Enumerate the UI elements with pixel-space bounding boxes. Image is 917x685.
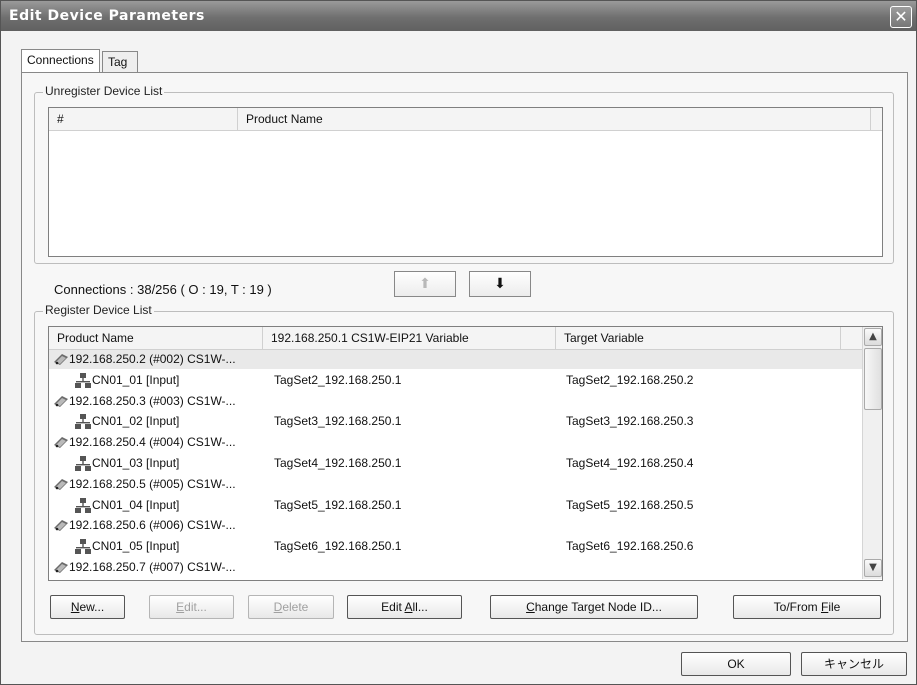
- connection-row[interactable]: CN01_02 [Input] TagSet3_192.168.250.1 TagS…: [49, 412, 862, 431]
- connections-tab-panel: Unregister Device List # Product Name Co…: [21, 72, 908, 642]
- edit-button[interactable]: Edit...: [149, 595, 234, 619]
- register-list-header: Product Name 192.168.250.1 CS1W-EIP21 Va…: [49, 327, 862, 350]
- title-bar: Edit Device Parameters ✕: [1, 1, 916, 31]
- change-target-accel: C: [526, 600, 535, 614]
- edit-all-button[interactable]: Edit All...: [347, 595, 462, 619]
- target-variable-cell: TagSet4_192.168.250.4: [566, 456, 694, 470]
- network-icon: [75, 372, 91, 388]
- edit-button-accel: E: [176, 600, 185, 614]
- arrow-down-icon: ⬇: [494, 276, 506, 292]
- tab-tag-sets[interactable]: Tag Sets: [102, 51, 139, 89]
- device-product-name: 192.168.250.3 (#003) CS1W-...: [69, 393, 236, 408]
- change-target-label: hange Target Node ID...: [534, 600, 662, 614]
- move-up-button[interactable]: ⬆: [394, 271, 456, 297]
- connection-name: CN01_02 [Input]: [92, 414, 180, 429]
- to-from-file-label: To/From: [773, 600, 821, 614]
- connections-count: Connections : 38/256 ( O : 19, T : 19 ): [54, 282, 272, 297]
- device-product-name: 192.168.250.5 (#005) CS1W-...: [69, 476, 236, 491]
- target-variable-cell: TagSet2_192.168.250.2: [566, 372, 694, 387]
- column-header-product-name[interactable]: Product Name: [49, 327, 263, 349]
- device-product-name: 192.168.250.7 (#007) CS1W-...: [69, 560, 236, 574]
- scroll-up-icon[interactable]: ▲: [864, 328, 882, 346]
- device-icon: [53, 561, 69, 574]
- device-icon: [53, 436, 69, 449]
- close-button[interactable]: ✕: [890, 6, 912, 28]
- register-list-scrollbar[interactable]: ▲ ▼: [862, 327, 882, 579]
- edit-all-button-label: Edit: [381, 600, 405, 614]
- source-variable-cell: TagSet3_192.168.250.1: [274, 414, 402, 429]
- target-variable-cell: TagSet3_192.168.250.3: [566, 414, 694, 429]
- edit-all-button-accel: A: [404, 600, 413, 614]
- source-variable-cell: TagSet5_192.168.250.1: [274, 497, 402, 512]
- column-header-number[interactable]: #: [49, 108, 238, 130]
- column-header-product-name[interactable]: Product Name: [238, 108, 871, 130]
- ok-button[interactable]: OK: [681, 652, 791, 676]
- cancel-button-label: キャンセル: [823, 657, 884, 671]
- device-row[interactable]: 192.168.250.6 (#006) CS1W-...: [49, 516, 862, 535]
- scrollbar-thumb[interactable]: [864, 348, 882, 410]
- device-row[interactable]: 192.168.250.2 (#002) CS1W-...: [49, 350, 862, 369]
- edit-device-parameters-dialog: Edit Device Parameters ✕ Connections Tag…: [0, 0, 917, 685]
- dialog-title: Edit Device Parameters: [9, 8, 205, 24]
- new-button[interactable]: New...: [50, 595, 125, 619]
- connection-name: CN01_05 [Input]: [92, 539, 180, 554]
- arrow-up-icon: ⬆: [419, 276, 431, 292]
- connection-row[interactable]: CN01_05 [Input] TagSet6_192.168.250.1 TagS…: [49, 537, 862, 556]
- device-product-name: 192.168.250.4 (#004) CS1W-...: [69, 435, 236, 450]
- tab-connections-label: Connections: [27, 53, 94, 67]
- register-device-group-label: Register Device List: [43, 303, 154, 317]
- target-variable-cell: TagSet6_192.168.250.6: [566, 539, 694, 554]
- device-row[interactable]: 192.168.250.3 (#003) CS1W-...: [49, 392, 862, 411]
- change-target-node-id-button[interactable]: Change Target Node ID...: [490, 595, 698, 619]
- network-icon: [75, 456, 91, 471]
- source-variable-cell: TagSet2_192.168.250.1: [274, 372, 402, 387]
- unregister-device-group: Unregister Device List # Product Name: [34, 84, 894, 264]
- device-icon: [53, 395, 69, 408]
- connection-row[interactable]: CN01_03 [Input] TagSet4_192.168.250.1 TagS…: [49, 454, 862, 473]
- connection-name: CN01_01 [Input]: [92, 372, 180, 387]
- source-variable-cell: TagSet4_192.168.250.1: [274, 456, 402, 470]
- column-header-target-variable[interactable]: Target Variable: [556, 327, 841, 349]
- to-from-file-button[interactable]: To/From File: [733, 595, 881, 619]
- scroll-down-icon[interactable]: ▼: [864, 559, 882, 577]
- device-row[interactable]: 192.168.250.7 (#007) CS1W-...: [49, 558, 862, 577]
- register-device-group: Register Device List Product Name 192.16…: [34, 303, 894, 635]
- edit-button-label: dit...: [184, 600, 207, 614]
- target-variable-cell: TagSet5_192.168.250.5: [566, 497, 694, 512]
- new-button-label: ew...: [79, 600, 105, 614]
- device-row[interactable]: 192.168.250.5 (#005) CS1W-...: [49, 475, 862, 494]
- connection-row[interactable]: CN01_01 [Input] TagSet2_192.168.250.1 TagS…: [49, 371, 862, 390]
- cancel-button[interactable]: キャンセル: [801, 652, 907, 676]
- connection-name: CN01_04 [Input]: [92, 497, 180, 512]
- source-variable-cell: TagSet6_192.168.250.1: [274, 539, 402, 554]
- network-icon: [75, 539, 91, 555]
- device-icon: [53, 519, 69, 532]
- connection-name: CN01_03 [Input]: [92, 456, 180, 470]
- network-icon: [75, 497, 91, 513]
- device-icon: [53, 353, 69, 366]
- move-down-button[interactable]: ⬇: [469, 271, 531, 297]
- unregister-device-group-label: Unregister Device List: [43, 84, 165, 98]
- network-icon: [75, 414, 91, 430]
- unregister-device-list[interactable]: # Product Name: [48, 107, 883, 257]
- device-product-name: 192.168.250.2 (#002) CS1W-...: [69, 352, 236, 366]
- delete-button-label: elete: [282, 600, 309, 614]
- device-icon: [53, 478, 69, 491]
- connection-row[interactable]: CN01_04 [Input] TagSet5_192.168.250.1 TagS…: [49, 496, 862, 515]
- delete-button-accel: D: [273, 600, 283, 614]
- ok-button-label: OK: [727, 657, 745, 671]
- close-icon: ✕: [894, 7, 908, 26]
- unregister-list-header: # Product Name: [49, 108, 882, 131]
- tab-connections[interactable]: Connections: [21, 49, 100, 72]
- register-device-list[interactable]: Product Name 192.168.250.1 CS1W-EIP21 Va…: [48, 326, 883, 581]
- delete-button[interactable]: Delete: [248, 595, 334, 619]
- device-row[interactable]: 192.168.250.4 (#004) CS1W-...: [49, 433, 862, 452]
- device-product-name: 192.168.250.6 (#006) CS1W-...: [69, 518, 236, 533]
- column-header-source-variable[interactable]: 192.168.250.1 CS1W-EIP21 Variable: [263, 327, 556, 349]
